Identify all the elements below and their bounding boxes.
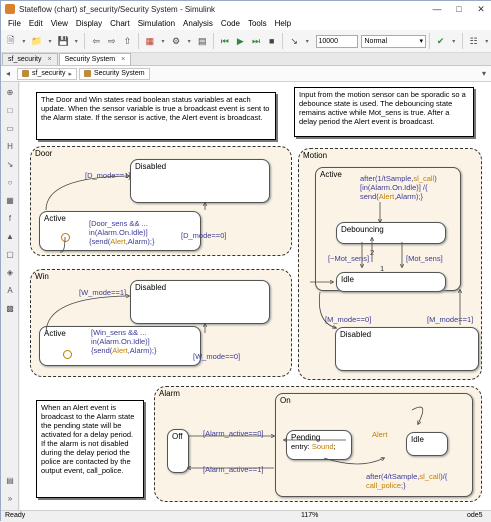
tab-bar: sf_security × Security System ×	[1, 53, 491, 66]
build-icon[interactable]: ☷	[467, 33, 481, 49]
alarm-wire	[411, 406, 424, 424]
explorer-menu-icon[interactable]: ▾	[482, 69, 486, 78]
build-dropdown-icon[interactable]: ▾	[483, 33, 491, 49]
tab-label: Security System	[64, 56, 116, 63]
save-dropdown-icon[interactable]: ▾	[72, 33, 81, 49]
model-explorer-icon[interactable]: ▤	[195, 33, 209, 49]
zoom-level: 117%	[301, 512, 319, 519]
stop-time-input[interactable]	[315, 34, 358, 48]
tab-label: sf_security	[8, 56, 42, 63]
truth-table-icon[interactable]: ▦	[4, 194, 16, 206]
maximize-icon[interactable]: □	[448, 1, 470, 17]
toolbar-separator	[138, 33, 140, 49]
menu-chart[interactable]: Chart	[106, 19, 134, 28]
up-icon[interactable]: ⇧	[121, 33, 135, 49]
signal-logging-icon[interactable]: ↘	[287, 33, 301, 49]
menu-help[interactable]: Help	[271, 19, 295, 28]
model-icon	[22, 70, 29, 77]
default-transition-icon[interactable]: ↘	[4, 158, 16, 170]
menu-analysis[interactable]: Analysis	[179, 19, 217, 28]
explorer-bar: ◂ sf_security ▸ Security System ▾	[1, 66, 491, 82]
state-icon[interactable]: ▭	[4, 122, 16, 134]
toolbar-separator	[282, 33, 284, 49]
door-wire	[59, 236, 66, 253]
status-text: Ready	[5, 512, 26, 519]
menu-display[interactable]: Display	[72, 19, 106, 28]
toolbar-separator	[462, 33, 463, 49]
toolbar-separator	[213, 33, 214, 49]
advisor-dropdown-icon[interactable]: ▾	[450, 33, 459, 49]
close-icon[interactable]: ✕	[470, 1, 491, 17]
simulation-mode-select[interactable]: Normal	[360, 34, 427, 48]
win-wire	[45, 296, 129, 334]
menu-simulation[interactable]: Simulation	[134, 19, 179, 28]
simulink-window: Stateflow (chart) sf_security/Security S…	[0, 0, 491, 522]
status-bar: Ready 117% ode5	[1, 510, 491, 522]
expand-palette-icon[interactable]: »	[4, 492, 16, 504]
function-icon[interactable]: f	[4, 212, 16, 224]
menu-code[interactable]: Code	[217, 19, 244, 28]
matlab-function-icon[interactable]: ▲	[4, 230, 16, 242]
box-icon[interactable]: ▢	[4, 248, 16, 260]
model-settings-icon[interactable]: ⚙	[169, 33, 183, 49]
breadcrumb-sf-security[interactable]: sf_security ▸	[17, 67, 77, 80]
history-junction-icon[interactable]: H	[4, 140, 16, 152]
menu-view[interactable]: View	[47, 19, 72, 28]
chevron-right-icon: ▸	[68, 70, 72, 78]
save-icon[interactable]: 💾	[56, 33, 70, 49]
annotation-icon[interactable]: A	[4, 284, 16, 296]
image-icon[interactable]: ▩	[4, 302, 16, 314]
simulink-function-icon[interactable]: ◈	[4, 266, 16, 278]
toolbar-separator	[84, 33, 86, 49]
connective-junction-icon[interactable]: ○	[4, 176, 16, 188]
logging-dropdown-icon[interactable]: ▾	[303, 33, 312, 49]
library-browser-icon[interactable]: ▦	[143, 33, 157, 49]
menu-file[interactable]: File	[4, 19, 25, 28]
library-dropdown-icon[interactable]: ▾	[159, 33, 168, 49]
stateflow-canvas[interactable]: The Door and Win states read boolean sta…	[20, 82, 491, 510]
window-title: Stateflow (chart) sf_security/Security S…	[19, 4, 216, 14]
close-tab-icon[interactable]: ×	[121, 54, 125, 65]
breadcrumb-label: sf_security	[32, 70, 66, 77]
settings-dropdown-icon[interactable]: ▾	[185, 33, 194, 49]
fit-view-icon[interactable]: □	[4, 104, 16, 116]
tab-sf-security[interactable]: sf_security ×	[2, 53, 58, 65]
open-folder-icon[interactable]: 📁	[30, 33, 44, 49]
breadcrumb-label: Security System	[93, 70, 145, 77]
toolbar-separator	[429, 33, 430, 49]
solver-name: ode5	[467, 512, 483, 519]
new-model-icon[interactable]: 🗎	[4, 33, 18, 49]
menu-bar: File Edit View Display Chart Simulation …	[1, 17, 491, 30]
new-dropdown-icon[interactable]: ▾	[20, 33, 29, 49]
main-toolbar: 🗎 ▾ 📁 ▾ 💾 ▾ ⇦ ⇨ ⇧ ▦ ▾ ⚙ ▾ ▤ ⏮ ▶ ⏭ ■ ↘ ▾ …	[1, 30, 491, 53]
tab-security-system[interactable]: Security System ×	[58, 53, 132, 65]
model-advisor-icon[interactable]: ✔	[434, 33, 448, 49]
zoom-in-icon[interactable]: ⊕	[4, 86, 16, 98]
minimize-icon[interactable]: —	[426, 1, 448, 17]
menu-edit[interactable]: Edit	[25, 19, 47, 28]
back-icon[interactable]: ⇦	[89, 33, 103, 49]
step-forward-icon[interactable]: ⏭	[249, 33, 263, 49]
alarm-wire	[323, 458, 384, 465]
title-bar: Stateflow (chart) sf_security/Security S…	[1, 1, 491, 17]
menu-tools[interactable]: Tools	[244, 19, 271, 28]
motion-wire	[318, 291, 336, 328]
forward-icon[interactable]: ⇨	[105, 33, 119, 49]
object-palette: ⊕ □ ▭ H ↘ ○ ▦ f ▲ ▢ ◈ A ▩ ▤ »	[1, 82, 19, 510]
breadcrumb-security-system[interactable]: Security System	[78, 67, 150, 80]
transition-wires	[45, 82, 491, 510]
run-icon[interactable]: ▶	[234, 33, 248, 49]
open-dropdown-icon[interactable]: ▾	[46, 33, 55, 49]
chart-icon	[83, 70, 91, 77]
step-back-icon[interactable]: ⏮	[218, 33, 232, 49]
hide-browser-icon[interactable]: ◂	[1, 69, 15, 78]
door-wire	[45, 176, 129, 211]
stop-icon[interactable]: ■	[265, 33, 279, 49]
close-tab-icon[interactable]: ×	[47, 54, 51, 65]
stateflow-app-icon	[5, 4, 15, 14]
model-browser-icon[interactable]: ▤	[4, 474, 16, 486]
